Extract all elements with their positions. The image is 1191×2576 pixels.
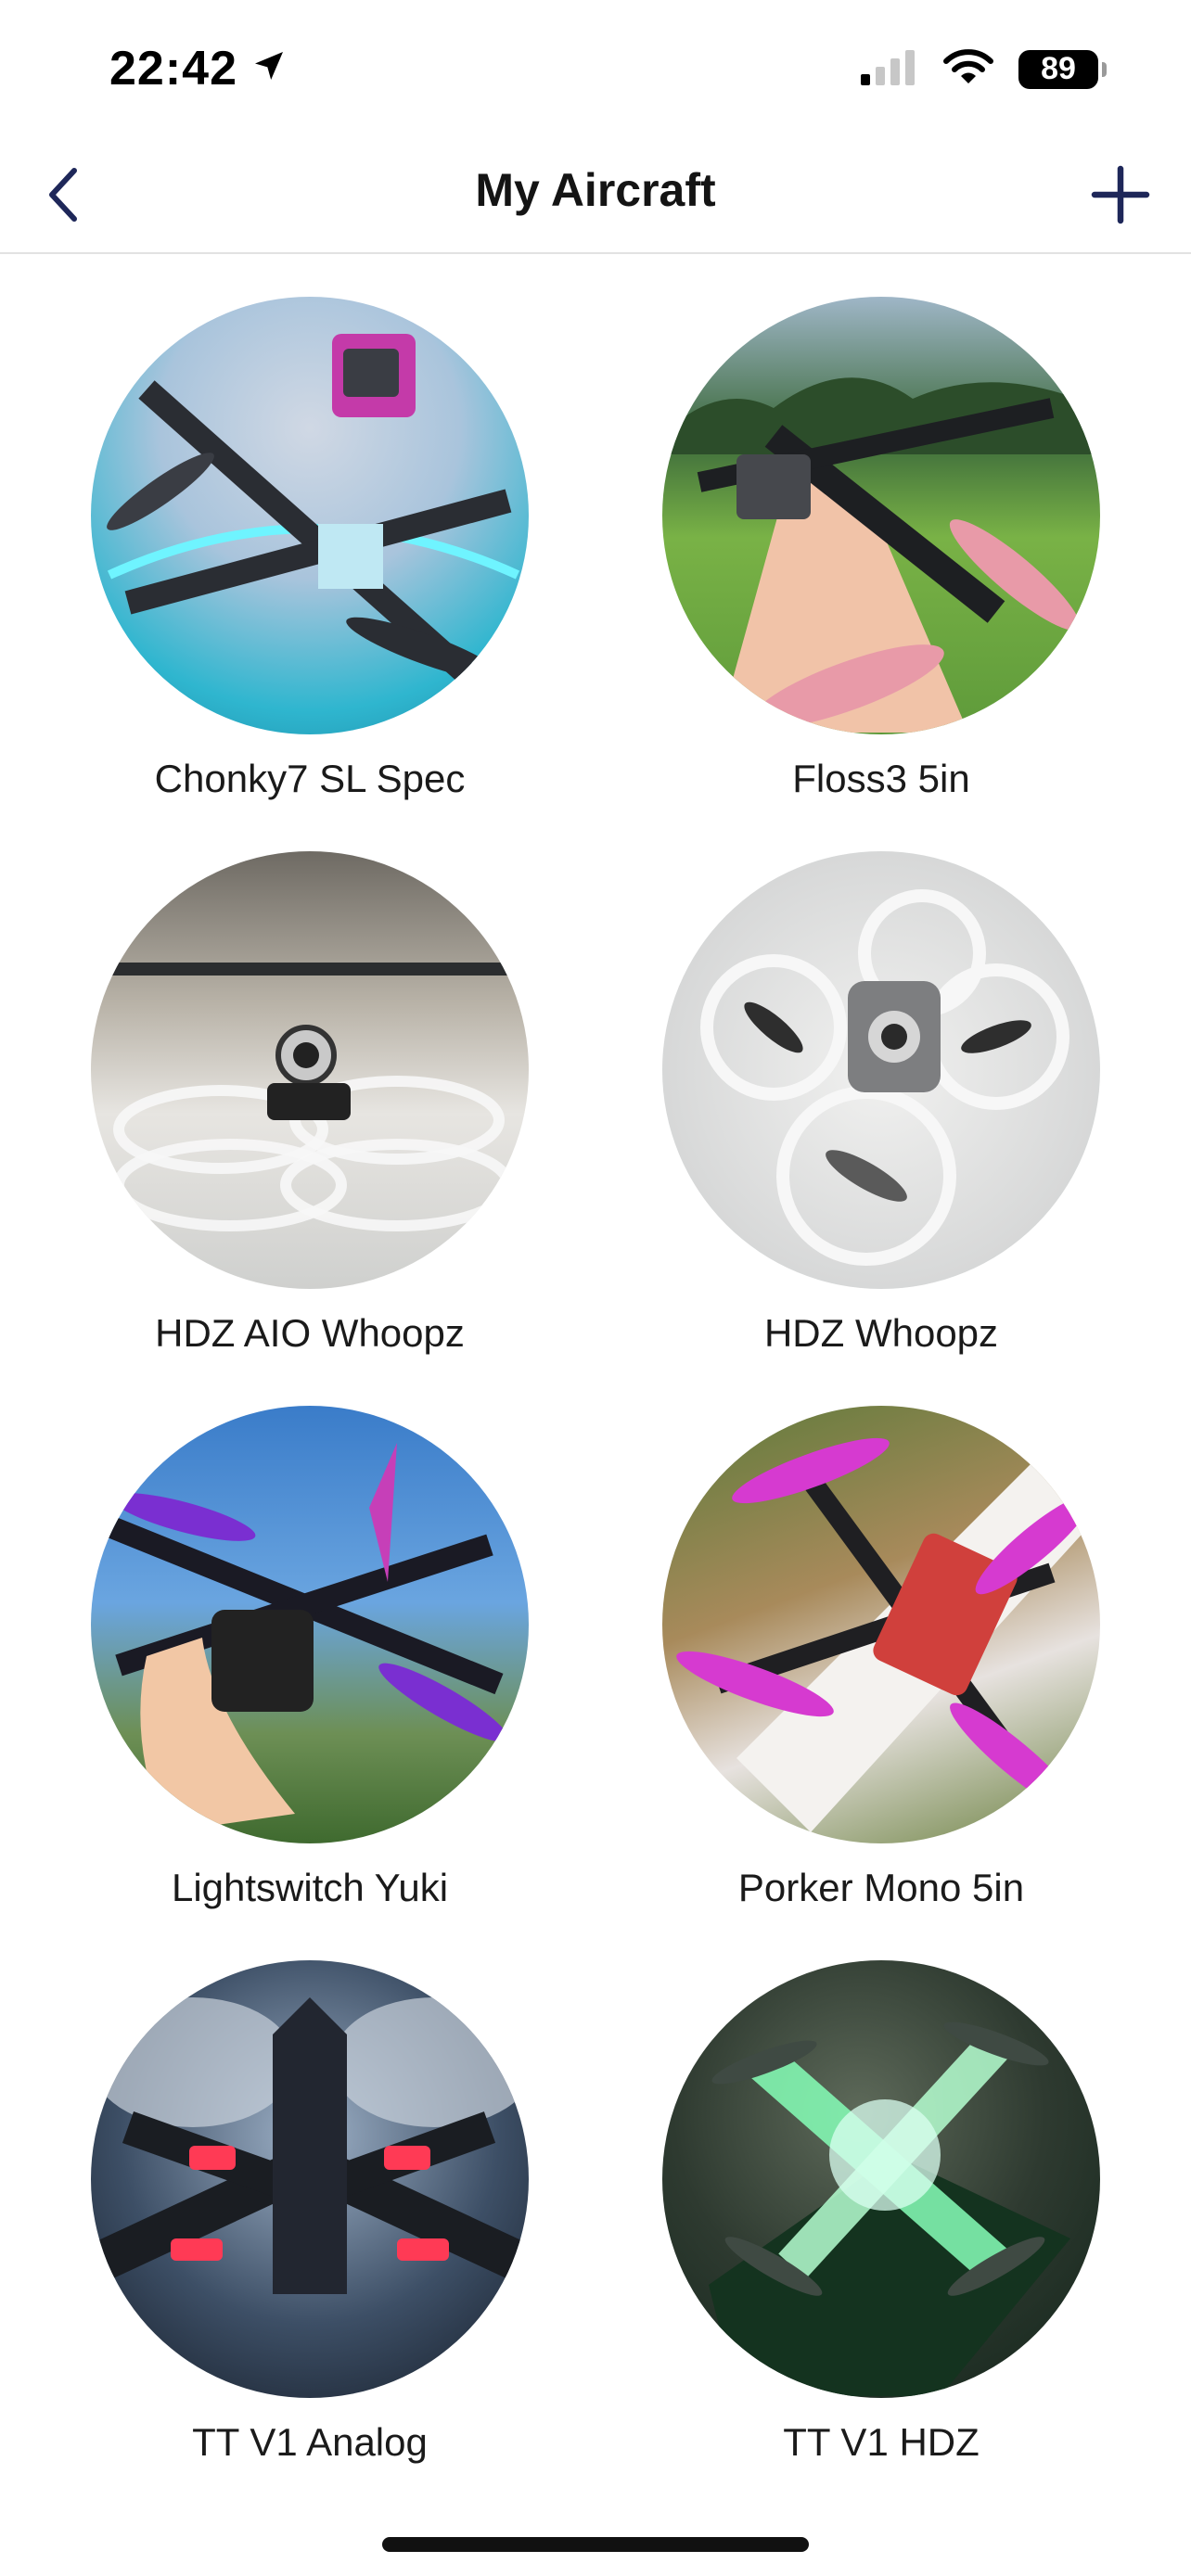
- aircraft-card[interactable]: TT V1 Analog: [24, 1918, 596, 2472]
- battery-icon: 89: [1018, 49, 1107, 89]
- status-icons: 89: [861, 48, 1107, 90]
- aircraft-photo[interactable]: [91, 851, 529, 1289]
- drone-image: [105, 1443, 508, 1832]
- add-aircraft-button[interactable]: [1076, 159, 1165, 234]
- aircraft-name: Lightswitch Yuki: [171, 1866, 449, 1909]
- screen: 22:42 89 My Aircraft Chonky7 SL Spec Flo…: [0, 0, 1191, 2576]
- aircraft-photo[interactable]: [662, 1406, 1100, 1843]
- aircraft-name: HDZ AIO Whoopz: [155, 1311, 465, 1355]
- aircraft-photo[interactable]: [91, 1406, 529, 1843]
- aircraft-photo[interactable]: [662, 851, 1100, 1289]
- aircraft-photo[interactable]: [662, 1960, 1100, 2398]
- aircraft-name: Floss3 5in: [792, 757, 970, 800]
- aircraft-grid: Chonky7 SL Spec Floss3 5in HDZ AIO Whoop…: [0, 254, 1191, 2472]
- aircraft-name: Chonky7 SL Spec: [154, 757, 466, 800]
- status-time-group: 22:42: [109, 41, 288, 96]
- drone-image: [91, 963, 529, 1231]
- drone-image: [107, 334, 520, 695]
- drone-image: [700, 889, 1069, 1266]
- drone-image: [676, 1437, 1092, 1832]
- battery-level: 89: [1041, 51, 1076, 86]
- status-time: 22:42: [109, 42, 237, 96]
- drone-image: [709, 2021, 1070, 2396]
- aircraft-card[interactable]: Porker Mono 5in: [596, 1363, 1167, 1918]
- wifi-icon: [942, 48, 994, 90]
- aircraft-photo[interactable]: [91, 297, 529, 734]
- aircraft-photo[interactable]: [662, 297, 1100, 734]
- aircraft-card[interactable]: TT V1 HDZ: [596, 1918, 1167, 2472]
- drone-image: [662, 377, 1100, 733]
- aircraft-card[interactable]: Floss3 5in: [596, 254, 1167, 809]
- status-bar: 22:42 89: [0, 0, 1191, 139]
- aircraft-card[interactable]: Lightswitch Yuki: [24, 1363, 596, 1918]
- cellular-signal-icon: [861, 48, 918, 90]
- aircraft-name: TT V1 HDZ: [783, 2420, 980, 2464]
- aircraft-name: TT V1 Analog: [192, 2420, 428, 2464]
- home-indicator[interactable]: [382, 2537, 809, 2552]
- aircraft-card[interactable]: Chonky7 SL Spec: [24, 254, 596, 809]
- aircraft-photo[interactable]: [91, 1960, 529, 2398]
- location-arrow-icon: [250, 41, 288, 96]
- aircraft-name: Porker Mono 5in: [737, 1866, 1025, 1909]
- drone-image: [91, 1997, 529, 2294]
- page-title: My Aircraft: [475, 164, 716, 216]
- aircraft-name: HDZ Whoopz: [763, 1311, 999, 1355]
- aircraft-card[interactable]: HDZ AIO Whoopz: [24, 809, 596, 1363]
- nav-bar: My Aircraft: [0, 139, 1191, 254]
- plus-icon: [1091, 165, 1150, 229]
- aircraft-card[interactable]: HDZ Whoopz: [596, 809, 1167, 1363]
